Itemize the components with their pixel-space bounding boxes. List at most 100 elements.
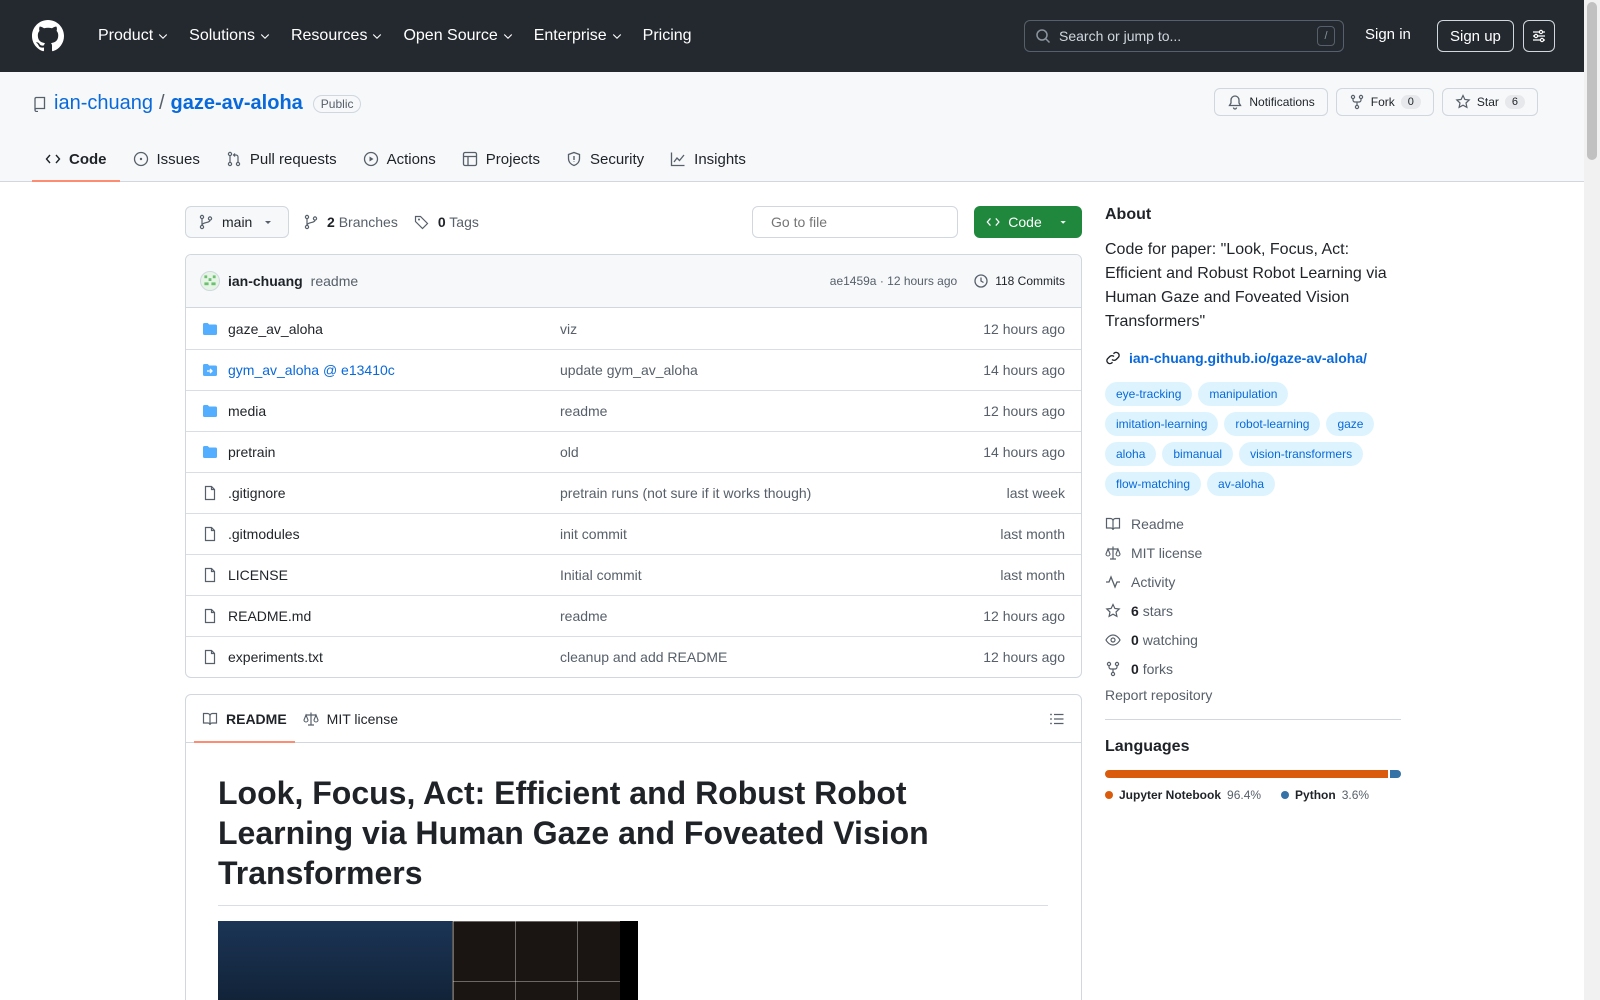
sign-in-link[interactable]: Sign in [1365, 26, 1411, 43]
file-row[interactable]: pretrain old 14 hours ago [186, 431, 1081, 472]
report-repository-link[interactable]: Report repository [1105, 687, 1401, 703]
go-to-file-input[interactable] [771, 214, 952, 230]
avatar[interactable] [200, 271, 220, 291]
file-row[interactable]: LICENSE Initial commit last month [186, 554, 1081, 595]
tab-security[interactable]: Security [553, 136, 657, 182]
topic-tag[interactable]: imitation-learning [1105, 412, 1219, 436]
file-name-link[interactable]: media [228, 403, 560, 419]
file-row[interactable]: .gitmodules init commit last month [186, 513, 1081, 554]
homepage-link[interactable]: ian-chuang.github.io/gaze-av-aloha/ [1105, 350, 1401, 366]
tab-insights[interactable]: Insights [657, 136, 759, 182]
file-row[interactable]: gaze_av_aloha viz 12 hours ago [186, 308, 1081, 349]
notifications-button[interactable]: Notifications [1214, 88, 1328, 116]
topic-tag[interactable]: manipulation [1198, 382, 1289, 406]
file-commit-message[interactable]: init commit [560, 526, 1000, 542]
file-name-link[interactable]: gym_av_aloha @ e13410c [228, 362, 560, 378]
repo-name-link[interactable]: gaze-av-aloha [171, 92, 303, 115]
forks-link[interactable]: 0 forks [1105, 659, 1401, 679]
nav-product[interactable]: Product [88, 19, 179, 53]
file-row[interactable]: README.md readme 12 hours ago [186, 595, 1081, 636]
topic-tag[interactable]: bimanual [1162, 442, 1234, 466]
code-download-button[interactable]: Code [974, 206, 1082, 238]
file-commit-message[interactable]: update gym_av_aloha [560, 362, 983, 378]
file-row[interactable]: gym_av_aloha @ e13410c update gym_av_aloh… [186, 349, 1081, 390]
readme-image-foveated [452, 921, 620, 1000]
file-commit-message[interactable]: readme [560, 403, 983, 419]
star-button[interactable]: Star 6 [1441, 88, 1538, 116]
chevron-down-icon [503, 34, 512, 40]
commit-author-link[interactable]: ian-chuang [228, 273, 303, 289]
license-link[interactable]: MIT license [1105, 543, 1401, 563]
star-icon [1455, 94, 1471, 109]
tab-pull-requests[interactable]: Pull requests [213, 136, 350, 182]
topic-tag[interactable]: flow-matching [1105, 472, 1202, 496]
sliders-icon [1533, 29, 1545, 43]
go-to-file[interactable] [752, 206, 958, 238]
file-row[interactable]: experiments.txt cleanup and add README 12 … [186, 636, 1081, 677]
language-item[interactable]: Jupyter Notebook 96.4% [1105, 788, 1261, 802]
tab-actions[interactable]: Actions [350, 136, 449, 182]
file-commit-message[interactable]: readme [560, 608, 983, 624]
github-logo-icon[interactable] [32, 20, 64, 52]
tab-readme[interactable]: README [194, 695, 295, 743]
scrollbar-thumb[interactable] [1587, 2, 1597, 160]
branch-selector[interactable]: main [185, 206, 290, 238]
stars-link[interactable]: 6 stars [1105, 601, 1401, 621]
search-input[interactable]: Search or jump to... / [1024, 20, 1344, 52]
file-row[interactable]: media readme 12 hours ago [186, 390, 1081, 431]
nav-solutions[interactable]: Solutions [179, 19, 281, 53]
commit-message-link[interactable]: readme [311, 273, 830, 289]
nav-pricing[interactable]: Pricing [633, 19, 702, 53]
sign-up-button[interactable]: Sign up [1437, 20, 1514, 52]
topic-tag[interactable]: gaze [1326, 412, 1375, 436]
file-name-link[interactable]: pretrain [228, 444, 560, 460]
file-commit-message[interactable]: cleanup and add README [560, 649, 983, 665]
nav-enterprise[interactable]: Enterprise [524, 19, 633, 53]
file-type-icon [202, 608, 218, 624]
tab-projects[interactable]: Projects [449, 136, 553, 182]
branch-icon [304, 214, 318, 230]
fork-button[interactable]: Fork 0 [1335, 88, 1434, 116]
tab-license[interactable]: MIT license [295, 695, 406, 743]
tab-issues[interactable]: Issues [120, 136, 213, 182]
file-row[interactable]: .gitignore pretrain runs (not sure if it … [186, 472, 1081, 513]
commit-hash-time[interactable]: ae1459a · 12 hours ago [830, 274, 957, 288]
outline-list-icon[interactable] [1049, 711, 1065, 727]
tags-link[interactable]: 0 Tags [438, 214, 479, 230]
settings-menu-button[interactable] [1523, 20, 1555, 52]
sidebar-divider [1105, 719, 1401, 720]
book-icon [1105, 517, 1121, 531]
file-name-link[interactable]: .gitignore [228, 485, 560, 501]
search-icon [1036, 29, 1051, 44]
nav-open-source[interactable]: Open Source [393, 19, 523, 53]
file-icon [204, 608, 216, 624]
watching-link[interactable]: 0 watching [1105, 630, 1401, 650]
file-commit-message[interactable]: Initial commit [560, 567, 1000, 583]
file-commit-message[interactable]: viz [560, 321, 983, 337]
file-commit-date: 14 hours ago [983, 444, 1065, 460]
commits-link[interactable]: 118 Commits [973, 273, 1065, 289]
file-commit-message[interactable]: old [560, 444, 983, 460]
submodule-icon [203, 364, 217, 376]
file-name-link[interactable]: gaze_av_aloha [228, 321, 560, 337]
nav-resources[interactable]: Resources [281, 19, 393, 53]
languages-heading: Languages [1105, 738, 1190, 755]
topic-tag[interactable]: vision-transformers [1239, 442, 1364, 466]
language-item[interactable]: Python 3.6% [1281, 788, 1369, 802]
activity-link[interactable]: Activity [1105, 572, 1401, 592]
file-commit-message[interactable]: pretrain runs (not sure if it works thou… [560, 485, 1007, 501]
file-name-link[interactable]: .gitmodules [228, 526, 560, 542]
file-name-link[interactable]: LICENSE [228, 567, 560, 583]
file-name-link[interactable]: experiments.txt [228, 649, 560, 665]
language-percent: 96.4% [1227, 788, 1262, 802]
file-name-link[interactable]: README.md [228, 608, 560, 624]
topic-tag[interactable]: eye-tracking [1105, 382, 1193, 406]
topic-tag[interactable]: aloha [1105, 442, 1157, 466]
topic-tag[interactable]: robot-learning [1224, 412, 1321, 436]
tab-code[interactable]: Code [32, 136, 120, 182]
topic-tag[interactable]: av-aloha [1207, 472, 1276, 496]
repo-owner-link[interactable]: ian-chuang [54, 92, 153, 115]
page-scrollbar[interactable] [1584, 0, 1600, 1000]
readme-link[interactable]: Readme [1105, 514, 1401, 534]
branches-link[interactable]: 2 Branches [327, 214, 398, 230]
